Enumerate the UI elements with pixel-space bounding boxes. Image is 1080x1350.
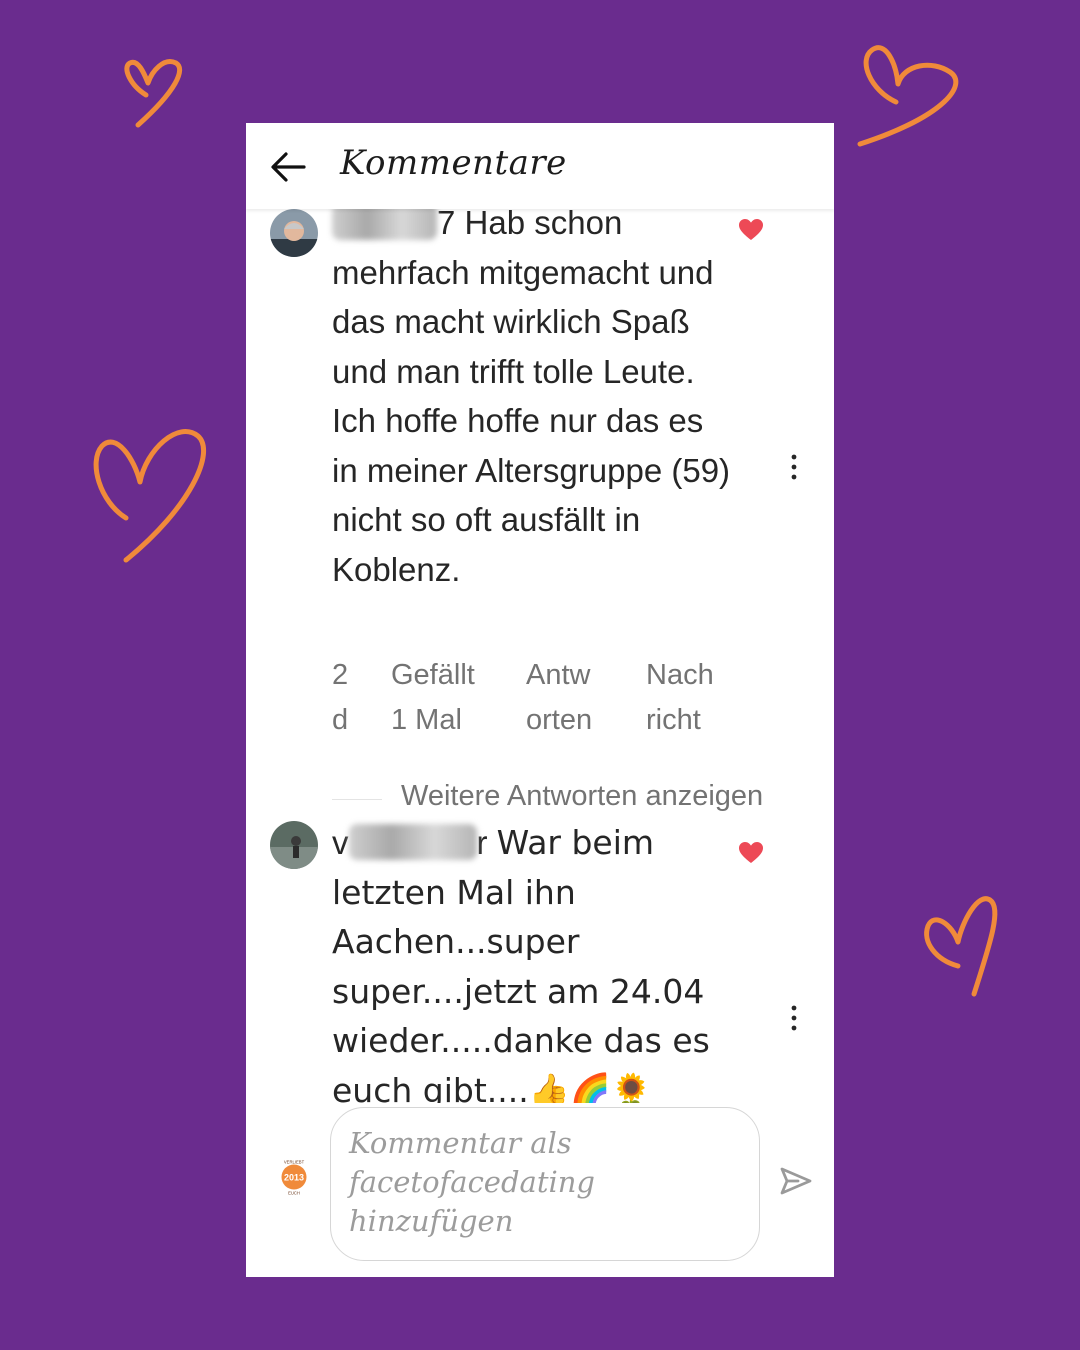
send-message-button[interactable]: Nach richt xyxy=(646,653,714,743)
comments-screen: Kommentare 7 Hab schon mehrfach mitgemac… xyxy=(246,123,834,1277)
username-blurred[interactable]: 7 xyxy=(332,209,465,241)
heart-doodle-icon xyxy=(124,59,183,128)
blurred-username xyxy=(332,209,437,240)
view-more-replies-button[interactable]: Weitere Antworten anzeigen xyxy=(332,780,812,820)
username-blurred[interactable]: vr xyxy=(332,824,497,861)
comment-input[interactable]: Kommentar als facetofacedating hinzufüge… xyxy=(330,1107,760,1261)
avatar[interactable] xyxy=(270,209,318,257)
badge-bottom-text: EUCH xyxy=(288,1191,300,1196)
heart-doodle-icon xyxy=(924,896,998,997)
comment-text: vr War beim letzten Mal ihn Aachen...sup… xyxy=(332,818,732,1103)
heart-doodle-icon xyxy=(93,429,207,563)
more-vertical-icon[interactable] xyxy=(782,450,806,484)
comment-text: 7 Hab schon mehrfach mitgemacht und das … xyxy=(332,209,732,594)
avatar[interactable] xyxy=(270,821,318,869)
reply-button[interactable]: Antw orten xyxy=(526,653,592,743)
heart-filled-icon[interactable] xyxy=(738,218,764,242)
comment-body: War beim letzten Mal ihn Aachen...super … xyxy=(332,823,710,1103)
comment-body: Hab schon mehrfach mitgemacht und das ma… xyxy=(332,209,731,588)
page-title: Kommentare xyxy=(340,143,567,183)
more-vertical-icon[interactable] xyxy=(782,1001,806,1035)
likes-count-button[interactable]: Gefällt 1 Mal xyxy=(391,653,475,743)
comment-time: 2 d xyxy=(332,659,349,736)
comment-composer: 2013 VERLIEBT EUCH Kommentar als facetof… xyxy=(246,1103,834,1277)
arrow-left-icon[interactable] xyxy=(268,149,308,185)
send-icon[interactable] xyxy=(778,1163,814,1199)
avatar: 2013 VERLIEBT EUCH xyxy=(274,1157,314,1197)
comments-list[interactable]: 7 Hab schon mehrfach mitgemacht und das … xyxy=(246,209,834,1103)
comment-input-placeholder: Kommentar als facetofacedating hinzufüge… xyxy=(349,1126,595,1238)
heart-filled-icon[interactable] xyxy=(738,841,764,865)
blurred-username xyxy=(348,824,477,860)
header-bar: Kommentare xyxy=(246,123,834,209)
heart-doodle-icon xyxy=(857,45,959,147)
comment-meta: 2 d Gefällt 1 Mal Antw orten Nach richt xyxy=(332,653,752,743)
badge-year: 2013 xyxy=(284,1173,304,1183)
badge-top-text: VERLIEBT xyxy=(284,1160,305,1165)
divider xyxy=(332,799,382,800)
